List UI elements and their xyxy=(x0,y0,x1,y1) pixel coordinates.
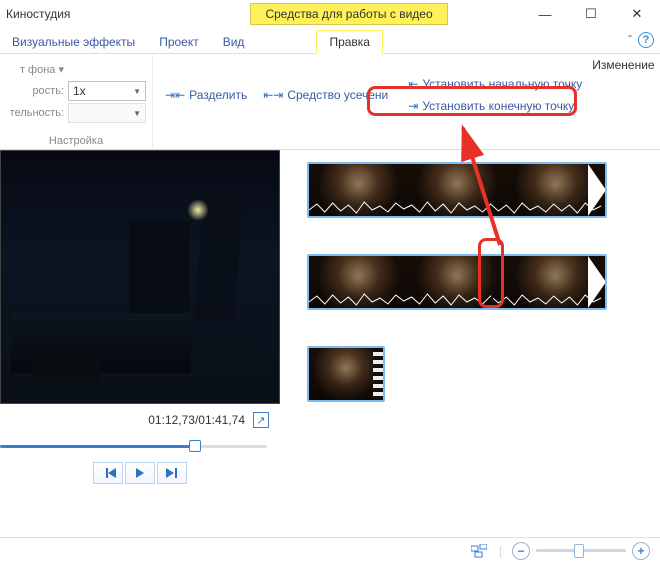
ribbon-tabs: Визуальные эффекты Проект Вид Правка ˆ ? xyxy=(0,28,660,54)
status-bar: | − + xyxy=(0,537,660,563)
preview-pane: 01:12,73/01:41,74 ↗ xyxy=(0,150,285,535)
prev-frame-button[interactable] xyxy=(93,462,123,484)
next-frame-button[interactable] xyxy=(157,462,187,484)
zoom-out-button[interactable]: − xyxy=(512,542,530,560)
seek-thumb[interactable] xyxy=(189,440,201,452)
thumbnails-view-icon[interactable] xyxy=(469,541,489,561)
timeline-pane[interactable] xyxy=(285,150,660,535)
tab-view[interactable]: Вид xyxy=(211,31,257,53)
chevron-down-icon: ▼ xyxy=(133,109,141,118)
maximize-button[interactable]: ☐ xyxy=(568,0,614,28)
duration-combo: ▼ xyxy=(68,103,146,123)
tab-visual-effects[interactable]: Визуальные эффекты xyxy=(0,31,147,53)
duration-label: тельность: xyxy=(6,107,64,119)
background-label: т фона ▾ xyxy=(6,63,64,76)
tab-project[interactable]: Проект xyxy=(147,31,211,53)
timecode: 01:12,73/01:41,74 ↗ xyxy=(0,412,279,428)
speed-value: 1x xyxy=(73,84,86,98)
trim-tool-button[interactable]: ⇤⇥Средство усечени xyxy=(257,86,394,104)
set-start-point-button[interactable]: ⇤Установить начальную точку xyxy=(402,75,588,93)
help-icon[interactable]: ? xyxy=(638,32,654,48)
set-end-point-button[interactable]: ⇥Установить конечную точку xyxy=(402,97,588,115)
zoom-control: − + xyxy=(512,542,650,560)
minimize-button[interactable]: — xyxy=(522,0,568,28)
timeline-playhead[interactable] xyxy=(491,254,493,310)
split-icon: ⇥⇤ xyxy=(165,88,185,102)
close-button[interactable]: ✕ xyxy=(614,0,660,28)
timeline-clip[interactable] xyxy=(307,254,607,310)
work-area: 01:12,73/01:41,74 ↗ xyxy=(0,150,660,535)
app-title: Киностудия xyxy=(6,7,70,21)
timeline-clip[interactable] xyxy=(307,346,385,402)
zoom-thumb[interactable] xyxy=(574,544,584,558)
playback-controls xyxy=(0,462,279,484)
ribbon: т фона ▾ рость: 1x ▼ тельность: ▼ Настро… xyxy=(0,54,660,150)
seek-bar[interactable] xyxy=(0,436,279,456)
contextual-tab-label: Средства для работы с видео xyxy=(250,3,447,25)
video-preview[interactable] xyxy=(0,150,280,404)
split-button[interactable]: ⇥⇤Разделить xyxy=(159,86,253,104)
zoom-slider[interactable] xyxy=(536,549,626,552)
group-label-settings: Настройка xyxy=(0,135,152,147)
start-point-icon: ⇤ xyxy=(408,77,418,91)
play-button[interactable] xyxy=(125,462,155,484)
end-point-icon: ⇥ xyxy=(408,99,418,113)
tab-edit[interactable]: Правка xyxy=(316,30,383,54)
fullscreen-icon[interactable]: ↗ xyxy=(253,412,269,428)
timeline-clip[interactable] xyxy=(307,162,607,218)
title-bar: Киностудия Средства для работы с видео —… xyxy=(0,0,660,28)
ribbon-collapse-icon[interactable]: ˆ xyxy=(628,33,632,47)
trim-icon: ⇤⇥ xyxy=(263,88,283,102)
speed-combo[interactable]: 1x ▼ xyxy=(68,81,146,101)
zoom-in-button[interactable]: + xyxy=(632,542,650,560)
group-label-change: Изменение xyxy=(592,58,654,131)
speed-label: рость: xyxy=(6,85,64,97)
chevron-down-icon: ▼ xyxy=(133,87,141,96)
